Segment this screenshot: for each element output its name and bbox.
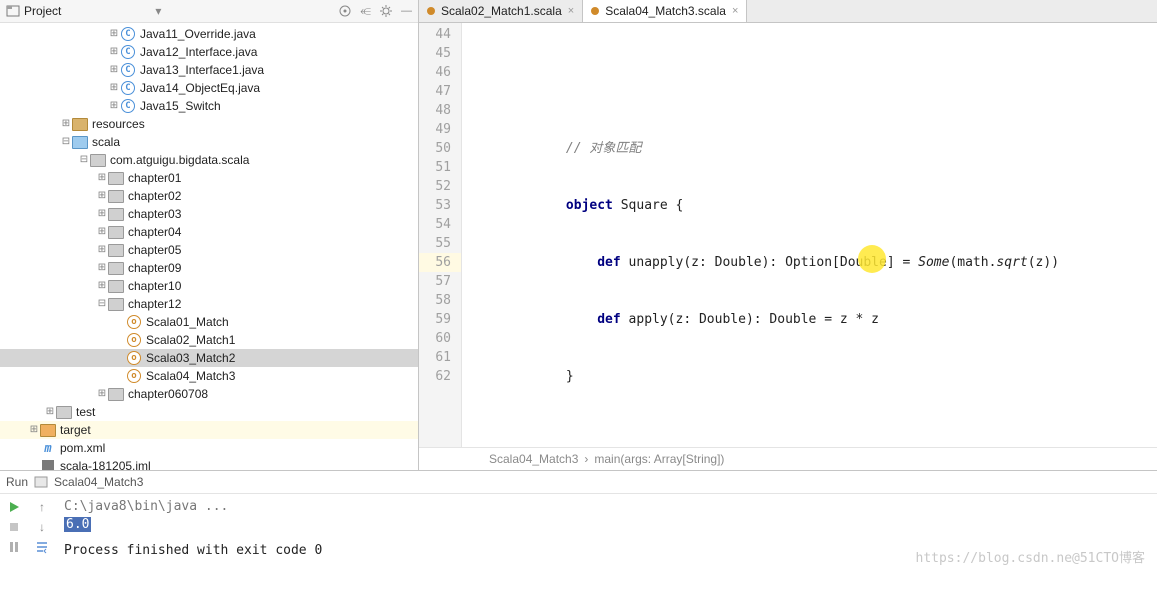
tree-item[interactable]: chapter12 [128, 295, 181, 313]
tree-item[interactable]: chapter10 [128, 277, 181, 295]
project-toolbar: Project ▾ ⥺ — [0, 0, 418, 23]
line-gutter: 44454647484950515253545556575859606162 [419, 23, 462, 447]
scala-file-icon [591, 7, 599, 15]
chevron-right-icon: › [584, 452, 588, 466]
scala-file-icon [427, 7, 435, 15]
breadcrumb-item[interactable]: Scala04_Match3 [489, 452, 578, 466]
tree-item[interactable]: Java12_Interface.java [140, 43, 257, 61]
run-panel: ↑ ↓ C:\java8\bin\java ... 6.0 Process fi… [0, 494, 1157, 572]
rerun-button[interactable] [7, 500, 21, 514]
tree-item[interactable]: Java11_Override.java [140, 25, 256, 43]
tree-item[interactable]: com.atguigu.bigdata.scala [110, 151, 249, 169]
run-label: Run [6, 475, 28, 489]
run-config-icon [34, 475, 48, 489]
tree-item[interactable]: Scala02_Match1 [146, 331, 235, 349]
tree-item[interactable]: chapter09 [128, 259, 181, 277]
tree-item[interactable]: Java13_Interface1.java [140, 61, 264, 79]
tree-item[interactable]: chapter060708 [128, 385, 208, 403]
scroll-up-button[interactable]: ↑ [39, 500, 45, 514]
tab-label: Scala02_Match1.scala [441, 4, 562, 18]
tree-item-selected[interactable]: Scala03_Match2 [146, 349, 235, 367]
project-title: Project [24, 4, 61, 18]
hide-icon[interactable]: — [401, 5, 412, 17]
tree-item[interactable]: chapter03 [128, 205, 181, 223]
breadcrumb-item[interactable]: main(args: Array[String]) [594, 452, 724, 466]
tree-item[interactable]: Java14_ObjectEq.java [140, 79, 260, 97]
tab-scala04[interactable]: Scala04_Match3.scala × [583, 0, 747, 22]
project-icon [6, 4, 20, 18]
run-config-name[interactable]: Scala04_Match3 [54, 475, 143, 489]
project-tree[interactable]: ⊞CJava11_Override.java ⊞CJava12_Interfac… [0, 23, 418, 470]
collapse-icon[interactable]: ⥺ [360, 3, 371, 19]
tree-item[interactable]: chapter01 [128, 169, 181, 187]
tab-scala02[interactable]: Scala02_Match1.scala × [419, 0, 583, 22]
dropdown-icon[interactable]: ▾ [155, 4, 161, 18]
editor-tabs: Scala02_Match1.scala × Scala04_Match3.sc… [419, 0, 1157, 23]
tree-item[interactable]: pom.xml [60, 439, 105, 457]
tree-item[interactable]: chapter04 [128, 223, 181, 241]
close-icon[interactable]: × [568, 5, 574, 17]
console-output[interactable]: C:\java8\bin\java ... 6.0 Process finish… [56, 494, 1157, 572]
run-toolbar: Run Scala04_Match3 [0, 471, 1157, 494]
soft-wrap-button[interactable] [35, 540, 49, 554]
tree-item[interactable]: Scala04_Match3 [146, 367, 235, 385]
breadcrumb[interactable]: Scala04_Match3 › main(args: Array[String… [419, 447, 1157, 470]
tree-item-target[interactable]: target [60, 421, 91, 439]
tree-item[interactable]: scala-181205.iml [60, 457, 151, 470]
code-editor[interactable]: 44454647484950515253545556575859606162 /… [419, 23, 1157, 447]
tree-item[interactable]: chapter02 [128, 187, 181, 205]
close-icon[interactable]: × [732, 5, 738, 17]
tree-item[interactable]: Java15_Switch [140, 97, 221, 115]
target-icon[interactable] [338, 4, 352, 18]
tree-item[interactable]: test [76, 403, 95, 421]
watermark: https://blog.csdn.ne@51CTO博客 [916, 550, 1146, 568]
tree-item[interactable]: scala [92, 133, 120, 151]
editor-pane: Scala02_Match1.scala × Scala04_Match3.sc… [419, 0, 1157, 470]
console-line: C:\java8\bin\java ... [64, 498, 1149, 516]
gear-icon[interactable] [379, 4, 393, 18]
project-sidebar: Project ▾ ⥺ — ⊞CJava11_Override.java ⊞CJ… [0, 0, 419, 470]
tree-item[interactable]: chapter05 [128, 241, 181, 259]
tree-item[interactable]: resources [92, 115, 145, 133]
console-output-value: 6.0 [64, 517, 91, 532]
stop-button[interactable] [7, 520, 21, 534]
tab-label: Scala04_Match3.scala [605, 4, 726, 18]
pause-button[interactable] [7, 540, 21, 554]
scroll-down-button[interactable]: ↓ [39, 520, 45, 534]
tree-item[interactable]: Scala01_Match [146, 313, 229, 331]
